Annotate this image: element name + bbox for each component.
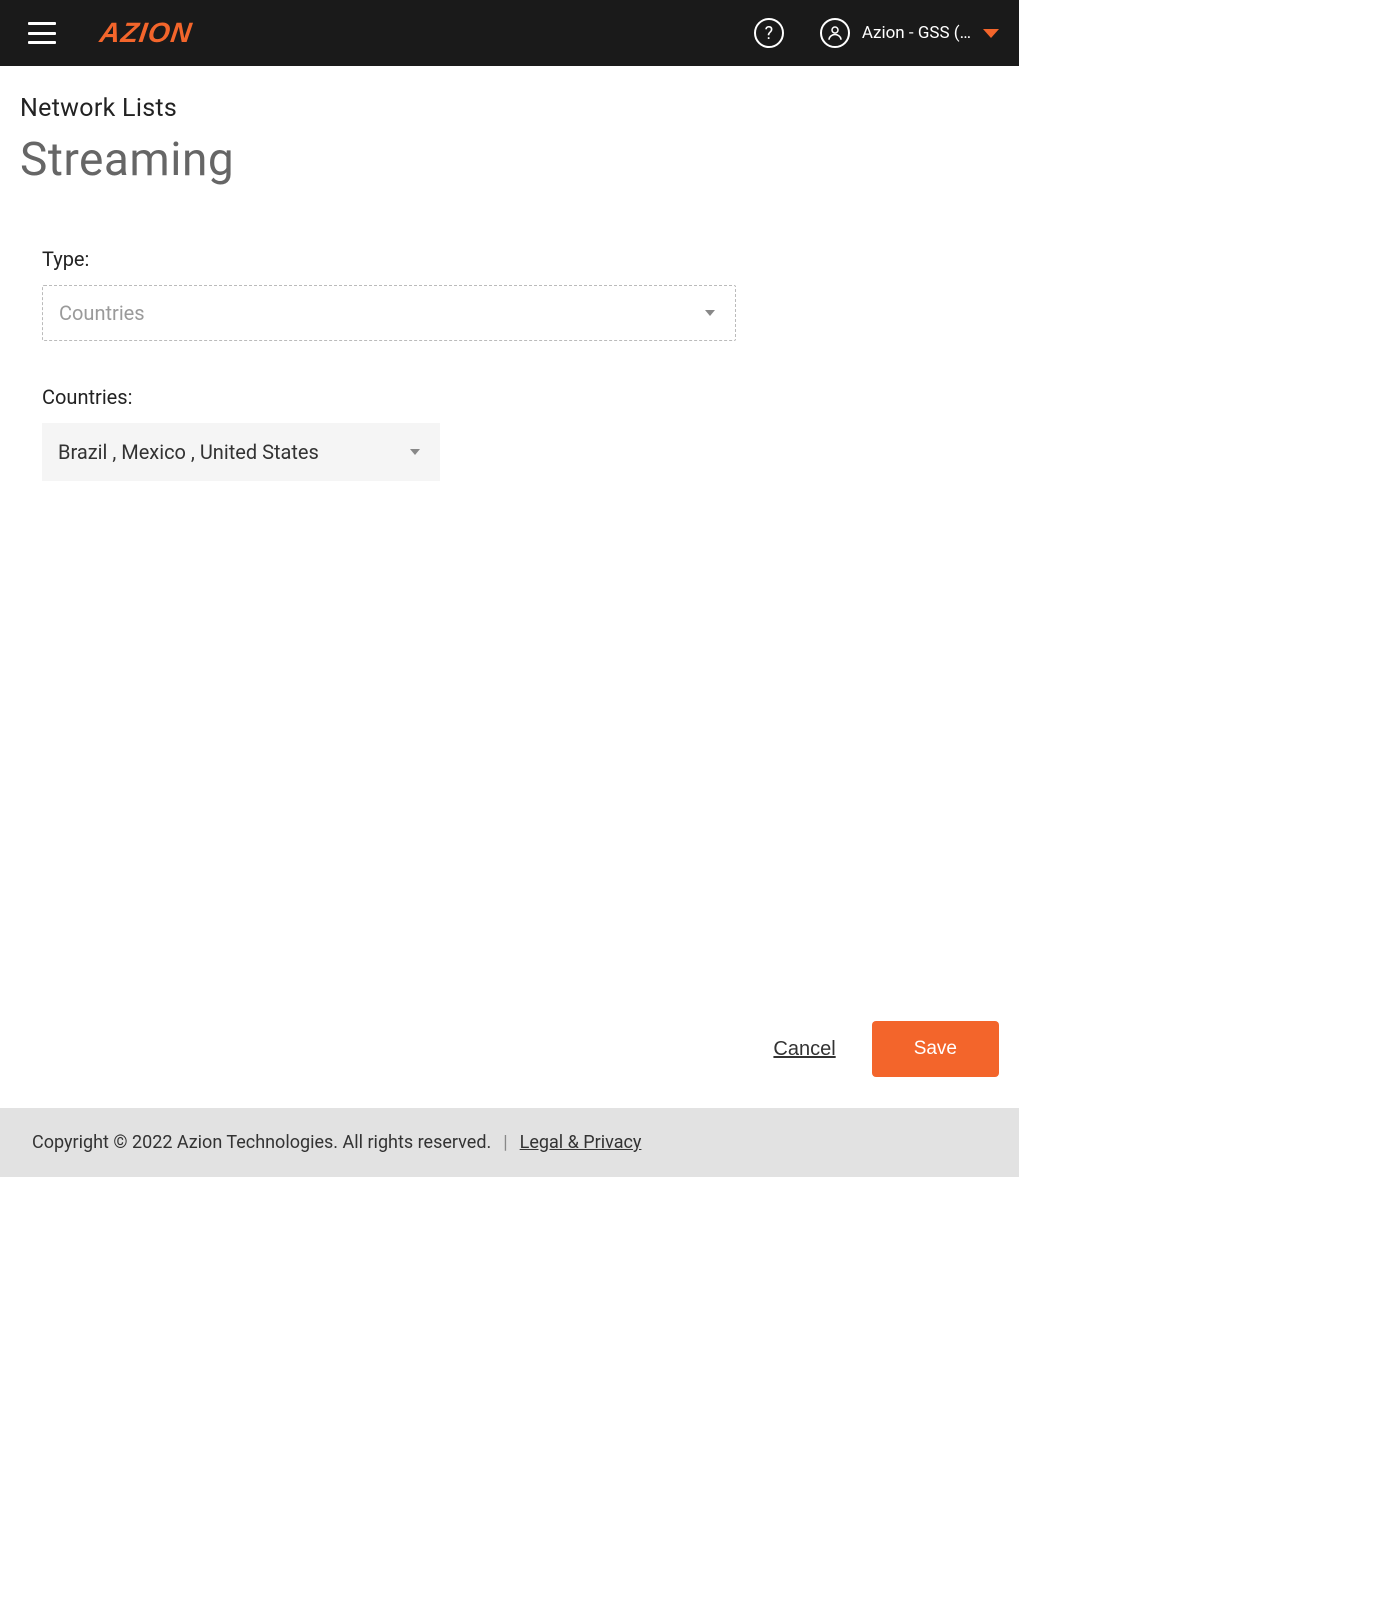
save-button[interactable]: Save (872, 1021, 999, 1077)
user-icon (820, 18, 850, 48)
type-select[interactable]: Countries (42, 285, 736, 341)
type-select-value: Countries (59, 301, 145, 325)
user-label: Azion - GSS (… (862, 23, 971, 43)
footer-divider: | (503, 1132, 507, 1153)
countries-select[interactable]: Brazil , Mexico , United States (42, 423, 440, 481)
header-right: ? Azion - GSS (… (754, 18, 999, 48)
action-bar: Cancel Save (773, 1021, 999, 1077)
page-title: Streaming (20, 133, 999, 187)
menu-icon[interactable] (28, 22, 56, 44)
logo[interactable]: AZION (98, 17, 195, 49)
top-header: AZION ? Azion - GSS (… (0, 0, 1019, 66)
chevron-down-icon (705, 310, 715, 316)
help-icon[interactable]: ? (754, 18, 784, 48)
breadcrumb[interactable]: Network Lists (20, 94, 999, 123)
countries-label: Countries: (42, 385, 999, 409)
copyright-text: Copyright © 2022 Azion Technologies. All… (32, 1132, 491, 1153)
footer: Copyright © 2022 Azion Technologies. All… (0, 1108, 1019, 1177)
user-menu[interactable]: Azion - GSS (… (820, 18, 999, 48)
form: Type: Countries Countries: Brazil , Mexi… (20, 247, 999, 481)
header-left: AZION (28, 17, 192, 49)
main-content: Network Lists Streaming Type: Countries … (0, 66, 1019, 481)
chevron-down-icon (983, 29, 999, 38)
chevron-down-icon (410, 449, 420, 455)
legal-privacy-link[interactable]: Legal & Privacy (520, 1132, 642, 1153)
cancel-button[interactable]: Cancel (773, 1038, 835, 1061)
countries-select-value: Brazil , Mexico , United States (58, 440, 319, 464)
type-label: Type: (42, 247, 999, 271)
